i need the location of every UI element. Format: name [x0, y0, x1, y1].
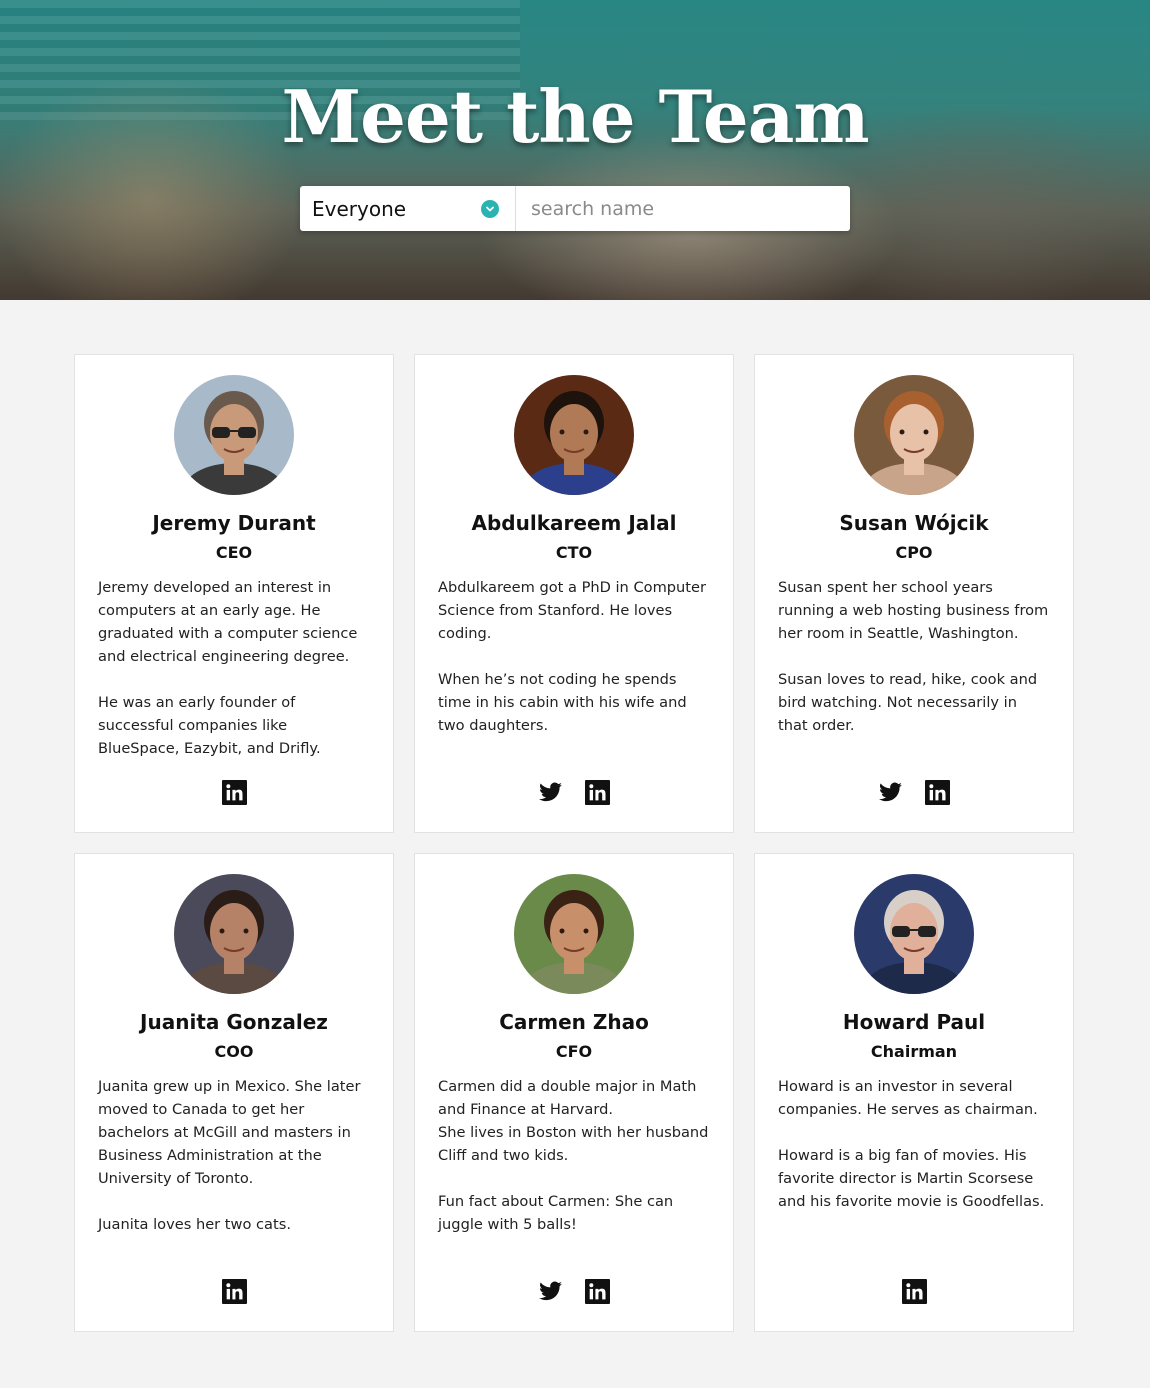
member-bio-paragraph: Susan spent her school years running a w… [778, 579, 1049, 642]
member-bio-paragraph: Juanita loves her two cats. [98, 1216, 291, 1233]
twitter-icon[interactable] [538, 780, 563, 805]
team-member-card: Abdulkareem Jalal CTO Abdulkareem got a … [414, 354, 734, 833]
member-bio-paragraph: Abdulkareem got a PhD in Computer Scienc… [438, 579, 706, 642]
member-name: Juanita Gonzalez [140, 1010, 328, 1034]
member-social-links [415, 780, 733, 805]
team-member-card: Howard Paul Chairman Howard is an invest… [754, 853, 1074, 1332]
avatar [174, 375, 294, 495]
avatar [854, 375, 974, 495]
member-bio: Abdulkareem got a PhD in Computer Scienc… [438, 576, 710, 737]
team-filter-selected-value: Everyone [312, 196, 407, 221]
member-bio: Susan spent her school years running a w… [778, 576, 1050, 737]
member-bio-paragraph: Howard is a big fan of movies. His favor… [778, 1147, 1045, 1210]
team-filter-bar: Everyone [300, 186, 850, 231]
hero-banner: Meet the Team Everyone [0, 0, 1150, 300]
linkedin-icon[interactable] [925, 780, 950, 805]
avatar [514, 874, 634, 994]
chevron-down-icon [481, 199, 499, 218]
member-role: CEO [215, 543, 253, 562]
member-name: Susan Wójcik [839, 511, 989, 535]
team-member-card: Carmen Zhao CFO Carmen did a double majo… [414, 853, 734, 1332]
member-social-links [415, 1279, 733, 1304]
member-bio: Juanita grew up in Mexico. She later mov… [98, 1075, 370, 1236]
twitter-icon[interactable] [538, 1279, 563, 1304]
twitter-icon[interactable] [878, 780, 903, 805]
member-bio-paragraph: Susan loves to read, hike, cook and bird… [778, 671, 1038, 734]
member-name: Howard Paul [842, 1010, 986, 1034]
linkedin-icon[interactable] [221, 780, 247, 805]
member-social-links [755, 1279, 1073, 1304]
avatar [854, 874, 974, 994]
member-social-links [75, 780, 393, 805]
member-social-links [755, 780, 1073, 805]
member-bio-paragraph: Fun fact about Carmen: She can juggle wi… [438, 1193, 674, 1233]
page-title: Meet the Team [281, 74, 869, 159]
member-bio: Jeremy developed an interest in computer… [98, 576, 370, 760]
member-name: Abdulkareem Jalal [471, 511, 677, 535]
member-bio: Howard is an investor in several compani… [778, 1075, 1050, 1213]
linkedin-icon[interactable] [585, 780, 610, 805]
member-name: Jeremy Durant [152, 511, 316, 535]
member-bio: Carmen did a double major in Math and Fi… [438, 1075, 710, 1236]
member-role: CFO [555, 1042, 593, 1061]
search-name-input[interactable] [516, 186, 850, 231]
member-bio-paragraph: He was an early founder of successful co… [98, 694, 321, 757]
member-name: Carmen Zhao [499, 1010, 649, 1034]
team-member-card: Susan Wójcik CPO Susan spent her school … [754, 354, 1074, 833]
team-filter-dropdown[interactable]: Everyone [300, 186, 516, 231]
member-role: CPO [895, 543, 933, 562]
member-social-links [75, 1279, 393, 1304]
member-bio-paragraph: Juanita grew up in Mexico. She later mov… [98, 1078, 361, 1187]
member-bio-paragraph: Jeremy developed an interest in computer… [98, 579, 358, 665]
member-bio-paragraph: When he’s not coding he spends time in h… [438, 671, 687, 734]
member-bio-paragraph: Howard is an investor in several compani… [778, 1078, 1038, 1118]
linkedin-icon[interactable] [901, 1279, 927, 1304]
member-role: COO [214, 1042, 254, 1061]
member-bio-paragraph: Carmen did a double major in Math and Fi… [438, 1078, 709, 1164]
avatar [514, 375, 634, 495]
member-role: CTO [555, 543, 593, 562]
team-member-card: Jeremy Durant CEO Jeremy developed an in… [74, 354, 394, 833]
team-grid: Jeremy Durant CEO Jeremy developed an in… [74, 354, 1074, 1332]
linkedin-icon[interactable] [585, 1279, 610, 1304]
member-role: Chairman [870, 1042, 958, 1061]
team-member-card: Juanita Gonzalez COO Juanita grew up in … [74, 853, 394, 1332]
linkedin-icon[interactable] [221, 1279, 247, 1304]
avatar [174, 874, 294, 994]
